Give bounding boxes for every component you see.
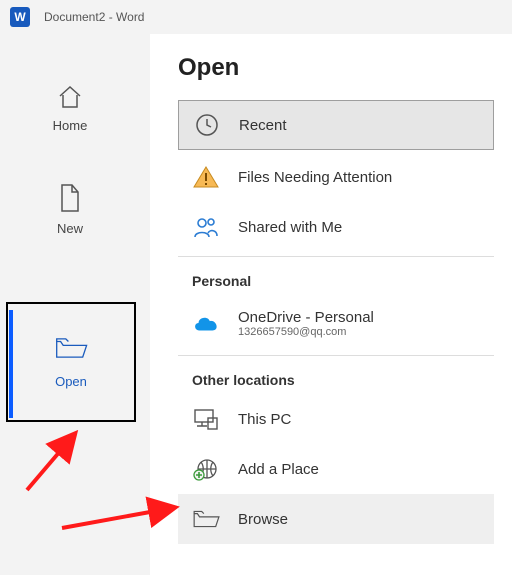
open-panel: Open Recent Files Needing Attention Shar… (150, 34, 512, 575)
onedrive-email: 1326657590@qq.com (238, 326, 374, 338)
pc-icon (192, 407, 220, 431)
onedrive-text: OneDrive - Personal 1326657590@qq.com (238, 309, 374, 338)
warning-icon (192, 165, 220, 189)
open-source-shared[interactable]: Shared with Me (178, 202, 512, 252)
open-source-browse[interactable]: Browse (178, 494, 494, 544)
open-source-addplace[interactable]: Add a Place (178, 444, 512, 494)
add-place-icon (192, 457, 220, 481)
open-source-onedrive[interactable]: OneDrive - Personal 1326657590@qq.com (178, 295, 512, 351)
cloud-icon (192, 313, 220, 333)
clock-icon (193, 113, 221, 137)
divider (178, 355, 494, 356)
sidebar-item-label: Open (55, 374, 87, 389)
sidebar-item-new[interactable]: New (0, 163, 140, 266)
section-personal: Personal (178, 263, 512, 295)
selection-indicator (9, 310, 13, 418)
sidebar-item-home[interactable]: Home (0, 74, 140, 163)
document-title: Document2 - Word (44, 10, 144, 24)
onedrive-title: OneDrive - Personal (238, 309, 374, 326)
row-label: Browse (238, 511, 288, 528)
people-icon (192, 216, 220, 238)
open-source-attention[interactable]: Files Needing Attention (178, 152, 512, 202)
home-icon (56, 84, 84, 110)
row-label: Add a Place (238, 461, 319, 478)
divider (178, 256, 494, 257)
row-label: This PC (238, 411, 291, 428)
open-source-thispc[interactable]: This PC (178, 394, 512, 444)
folder-open-icon (192, 508, 220, 530)
section-other: Other locations (178, 362, 512, 394)
row-label: Shared with Me (238, 219, 342, 236)
sidebar-item-label: Home (53, 118, 88, 133)
sidebar-item-open[interactable]: Open (6, 302, 136, 422)
page-title: Open (178, 54, 512, 82)
sidebar-item-label: New (57, 221, 83, 236)
word-app-icon: W (10, 7, 30, 27)
row-label: Files Needing Attention (238, 169, 392, 186)
folder-open-icon (54, 335, 88, 364)
title-bar: W Document2 - Word (0, 0, 512, 34)
document-icon (58, 183, 82, 213)
row-label: Recent (239, 117, 287, 134)
open-source-recent[interactable]: Recent (178, 100, 494, 150)
